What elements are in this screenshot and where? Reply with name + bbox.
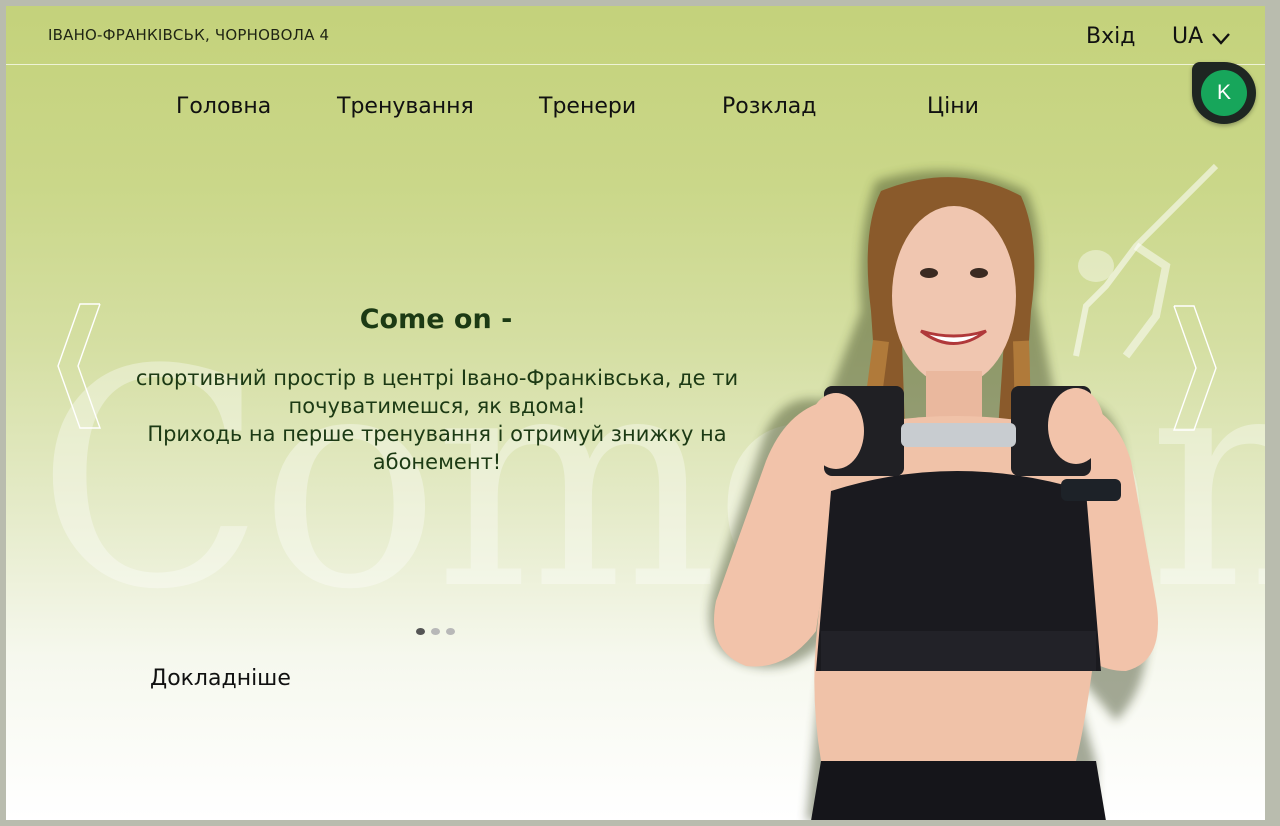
slider-prev-arrow-icon[interactable] bbox=[56, 302, 104, 430]
hero-subtitle: спортивний простір в центрі Івано-Франкі… bbox=[132, 364, 742, 476]
nav-item-home[interactable]: Головна bbox=[176, 94, 271, 119]
k-badge-letter: K bbox=[1201, 70, 1247, 116]
language-selector[interactable]: UA bbox=[1172, 24, 1231, 49]
slider-dot-3[interactable] bbox=[446, 628, 455, 635]
hero-image-woman-with-dumbbell bbox=[709, 170, 1158, 820]
k-badge-button[interactable]: K bbox=[1192, 62, 1256, 124]
slider-dots bbox=[416, 628, 455, 635]
top-bar: ІВАНО-ФРАНКІВСЬК, ЧОРНОВОЛА 4 Вхід UA bbox=[6, 6, 1265, 65]
nav-item-trainers[interactable]: Тренери bbox=[539, 94, 636, 119]
login-link[interactable]: Вхід bbox=[1086, 24, 1135, 49]
slider-dot-2[interactable] bbox=[431, 628, 440, 635]
hero-subtitle-line-2: Приходь на перше тренування і отримуй зн… bbox=[147, 422, 727, 474]
slider-dot-1[interactable] bbox=[416, 628, 425, 635]
address-text: ІВАНО-ФРАНКІВСЬК, ЧОРНОВОЛА 4 bbox=[48, 26, 330, 44]
hero-subtitle-line-1: спортивний простір в центрі Івано-Франкі… bbox=[135, 366, 739, 418]
language-label: UA bbox=[1172, 24, 1204, 49]
more-button[interactable]: Докладніше bbox=[150, 666, 291, 691]
nav-item-schedule[interactable]: Розклад bbox=[722, 94, 816, 119]
page: ІВАНО-ФРАНКІВСЬК, ЧОРНОВОЛА 4 Вхід UA Го… bbox=[6, 6, 1265, 820]
chevron-down-icon bbox=[1212, 32, 1231, 45]
nav-item-prices[interactable]: Ціни bbox=[927, 94, 979, 119]
hero-headline: Come on - bbox=[359, 304, 513, 335]
nav-item-trainings[interactable]: Тренування bbox=[337, 94, 474, 119]
